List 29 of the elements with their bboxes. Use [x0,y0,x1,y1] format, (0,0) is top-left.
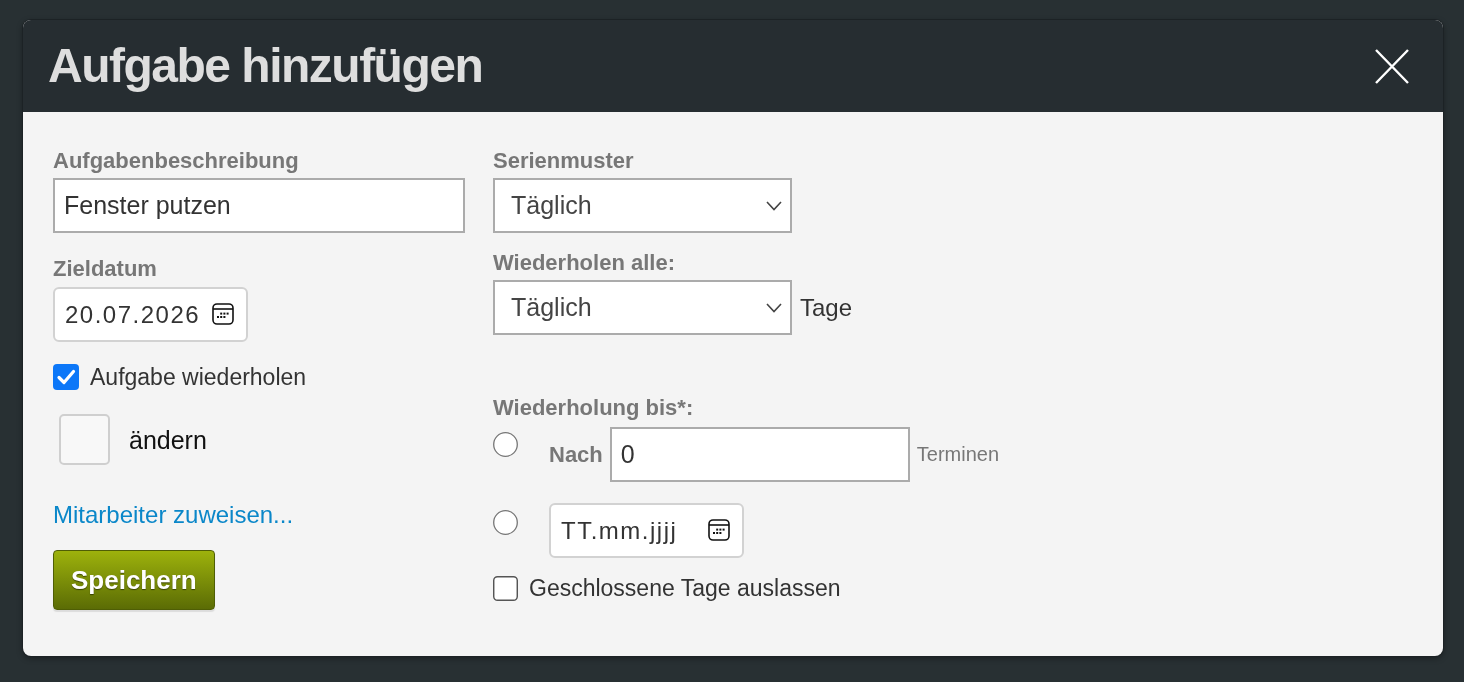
assign-staff-link[interactable]: Mitarbeiter zuweisen... [53,501,294,529]
field-label: Zieldatum [53,256,157,282]
checkbox-label: Geschlossene Tage auslassen [529,575,841,601]
date-field[interactable]: TT.mm.jjjj [549,503,744,558]
field-label: Wiederholung bis*: [493,395,694,421]
date-field[interactable]: 20.07.2026 [53,287,248,342]
checkbox[interactable] [493,575,518,601]
checkbox[interactable] [53,364,79,390]
field-label: Aufgabenbeschreibung [53,148,299,174]
dialog-title: Aufgabe hinzufügen [48,38,483,94]
unit-label: Terminen [916,443,1000,466]
chevron-down-icon [766,200,782,211]
checkbox-label: Aufgabe wiederholen [90,364,307,390]
radio-button[interactable] [493,510,518,535]
checkbox-label: ändern [129,424,207,455]
close-icon[interactable] [1375,48,1409,84]
calendar-icon[interactable] [708,519,730,541]
interval-select[interactable]: Täglich [493,280,792,335]
field-label: Serienmuster [493,148,634,174]
count-field[interactable]: 0 [609,427,910,482]
field-label: Wiederholen alle: [493,250,675,276]
chevron-down-icon [766,302,782,313]
option-label: Nach [549,441,603,468]
unit-label: Tage [800,293,853,322]
save-button[interactable]: Speichern [53,550,215,610]
calendar-icon[interactable] [212,303,234,325]
description-field[interactable]: Fenster putzen [53,178,465,233]
pattern-select[interactable]: Täglich [493,178,792,233]
radio-button[interactable] [493,432,518,457]
